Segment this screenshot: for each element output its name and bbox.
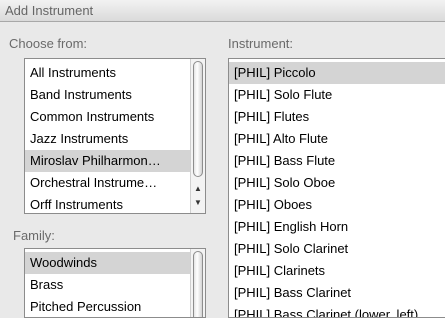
choose-from-item[interactable]: Miroslav Philharmon… xyxy=(25,150,190,172)
family-item[interactable]: Woodwinds xyxy=(25,252,190,274)
instrument-item[interactable]: [PHIL] English Horn xyxy=(229,216,445,238)
choose-from-item[interactable]: All Instruments xyxy=(25,62,190,84)
instrument-item[interactable]: [PHIL] Solo Flute xyxy=(229,84,445,106)
instrument-item[interactable]: [PHIL] Alto Flute xyxy=(229,128,445,150)
instrument-item[interactable]: [PHIL] Flutes xyxy=(229,106,445,128)
choose-from-list[interactable]: All Instruments Band Instruments Common In… xyxy=(24,58,206,214)
instrument-item[interactable]: [PHIL] Clarinets xyxy=(229,260,445,282)
family-scrollbar[interactable] xyxy=(190,249,205,317)
choose-from-item[interactable]: Orchestral Instrume… xyxy=(25,172,190,194)
family-item[interactable]: Brass xyxy=(25,274,190,296)
instrument-item[interactable]: [PHIL] Bass Flute xyxy=(229,150,445,172)
instrument-item[interactable]: [PHIL] Oboes xyxy=(229,194,445,216)
choose-from-scrollbar[interactable]: ▲ ▼ xyxy=(190,59,205,213)
instrument-item[interactable]: [PHIL] Solo Oboe xyxy=(229,172,445,194)
instrument-item[interactable]: [PHIL] Bass Clarinet xyxy=(229,282,445,304)
instrument-label: Instrument: xyxy=(228,36,294,51)
choose-from-item[interactable]: Common Instruments xyxy=(25,106,190,128)
choose-from-label: Choose from: xyxy=(9,36,88,51)
choose-from-item[interactable]: Band Instruments xyxy=(25,84,190,106)
family-scroll-thumb[interactable] xyxy=(193,251,203,317)
family-label: Family: xyxy=(13,228,55,243)
instrument-list[interactable]: [PHIL] Piccolo [PHIL] Solo Flute [PHIL] Fl… xyxy=(228,58,445,318)
scroll-up-arrow-icon[interactable]: ▲ xyxy=(191,182,205,196)
instrument-item[interactable]: [PHIL] Solo Clarinet xyxy=(229,238,445,260)
scroll-down-arrow-icon[interactable]: ▼ xyxy=(191,196,205,210)
family-list[interactable]: Woodwinds Brass Pitched Percussion xyxy=(24,248,206,318)
instrument-item[interactable]: [PHIL] Piccolo xyxy=(229,62,445,84)
window-title: Add Instrument xyxy=(5,3,94,18)
family-item[interactable]: Pitched Percussion xyxy=(25,296,190,317)
choose-from-scroll-thumb[interactable] xyxy=(193,61,203,177)
window-titlebar: Add Instrument xyxy=(0,0,445,22)
instrument-item[interactable]: [PHIL] Bass Clarinet (lower, left) xyxy=(229,304,445,317)
choose-from-item[interactable]: Orff Instruments xyxy=(25,194,190,213)
choose-from-item[interactable]: Jazz Instruments xyxy=(25,128,190,150)
